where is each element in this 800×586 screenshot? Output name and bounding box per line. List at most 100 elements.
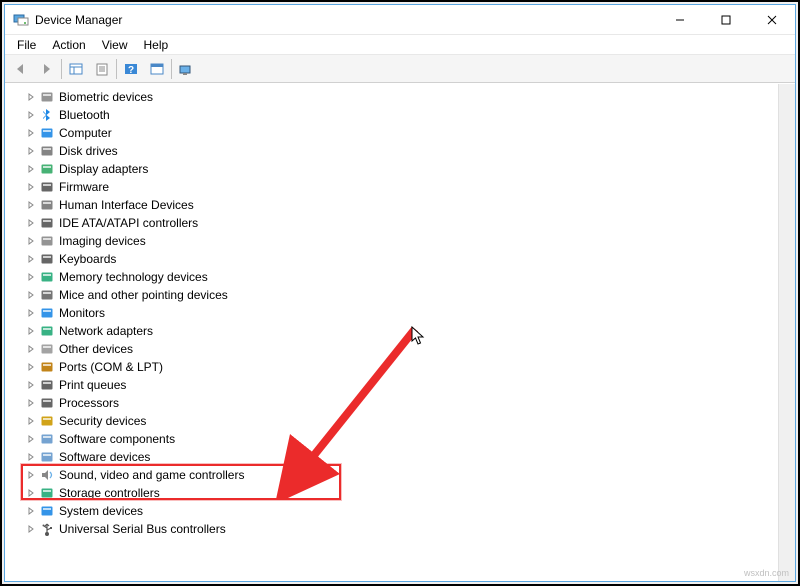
vertical-scrollbar[interactable] <box>778 84 795 581</box>
tree-item-label: Software components <box>59 432 175 446</box>
hid-icon <box>39 197 55 213</box>
tree-item[interactable]: Network adapters <box>5 322 778 340</box>
tree-item[interactable]: Computer <box>5 124 778 142</box>
tree-item[interactable]: Human Interface Devices <box>5 196 778 214</box>
tree-item[interactable]: Software devices <box>5 448 778 466</box>
sound-icon <box>39 467 55 483</box>
chevron-right-icon[interactable] <box>23 129 39 137</box>
toolbar-divider <box>171 59 172 79</box>
chevron-right-icon[interactable] <box>23 417 39 425</box>
toolbar-forward[interactable] <box>35 58 59 80</box>
tree-item[interactable]: Monitors <box>5 304 778 322</box>
chevron-right-icon[interactable] <box>23 381 39 389</box>
tree-item[interactable]: Processors <box>5 394 778 412</box>
chevron-right-icon[interactable] <box>23 489 39 497</box>
menu-action[interactable]: Action <box>44 36 93 54</box>
tree-item[interactable]: Universal Serial Bus controllers <box>5 520 778 538</box>
toolbar-show-hidden[interactable] <box>64 58 88 80</box>
toolbar-divider <box>116 59 117 79</box>
chevron-right-icon[interactable] <box>23 111 39 119</box>
chevron-right-icon[interactable] <box>23 237 39 245</box>
memory-icon <box>39 269 55 285</box>
usb-icon <box>39 521 55 537</box>
computer-icon <box>39 125 55 141</box>
chevron-right-icon[interactable] <box>23 399 39 407</box>
disk-icon <box>39 143 55 159</box>
chevron-right-icon[interactable] <box>23 219 39 227</box>
chevron-right-icon[interactable] <box>23 345 39 353</box>
chevron-right-icon[interactable] <box>23 453 39 461</box>
chevron-right-icon[interactable] <box>23 255 39 263</box>
storage-icon <box>39 485 55 501</box>
close-button[interactable] <box>749 5 795 35</box>
tree-item[interactable]: Ports (COM & LPT) <box>5 358 778 376</box>
chevron-right-icon[interactable] <box>23 183 39 191</box>
tree-item-label: Memory technology devices <box>59 270 208 284</box>
tree-item-label: Software devices <box>59 450 150 464</box>
minimize-button[interactable] <box>657 5 703 35</box>
toolbar-properties[interactable] <box>90 58 114 80</box>
tree-item-label: System devices <box>59 504 143 518</box>
chevron-right-icon[interactable] <box>23 471 39 479</box>
tree-item[interactable]: Display adapters <box>5 160 778 178</box>
tree-item[interactable]: Bluetooth <box>5 106 778 124</box>
tree-item[interactable]: Sound, video and game controllers <box>5 466 778 484</box>
chevron-right-icon[interactable] <box>23 435 39 443</box>
toolbar-scan[interactable] <box>174 58 198 80</box>
chevron-right-icon[interactable] <box>23 525 39 533</box>
tree-item[interactable]: Memory technology devices <box>5 268 778 286</box>
keyboard-icon <box>39 251 55 267</box>
watermark: wsxdn.com <box>744 568 789 578</box>
chevron-right-icon[interactable] <box>23 507 39 515</box>
mouse-icon <box>39 287 55 303</box>
tree-item-label: Monitors <box>59 306 105 320</box>
chevron-right-icon[interactable] <box>23 201 39 209</box>
chevron-right-icon[interactable] <box>23 165 39 173</box>
processor-icon <box>39 395 55 411</box>
tree-item-label: Processors <box>59 396 119 410</box>
device-tree[interactable]: Biometric devices Bluetooth ComputerDisk d… <box>5 84 778 581</box>
tree-item[interactable]: Imaging devices <box>5 232 778 250</box>
swdev-icon <box>39 449 55 465</box>
tree-item-label: Bluetooth <box>59 108 110 122</box>
tree-item[interactable]: Keyboards <box>5 250 778 268</box>
menu-help[interactable]: Help <box>136 36 177 54</box>
chevron-right-icon[interactable] <box>23 327 39 335</box>
chevron-right-icon[interactable] <box>23 309 39 317</box>
tree-item[interactable]: Mice and other pointing devices <box>5 286 778 304</box>
display-icon <box>39 161 55 177</box>
maximize-button[interactable] <box>703 5 749 35</box>
tree-item[interactable]: Storage controllers <box>5 484 778 502</box>
tree-item[interactable]: Security devices <box>5 412 778 430</box>
screenshot-frame: Device Manager File Action View Help ? <box>0 0 800 586</box>
chevron-right-icon[interactable] <box>23 93 39 101</box>
menu-file[interactable]: File <box>9 36 44 54</box>
tree-item-label: Human Interface Devices <box>59 198 194 212</box>
tree-item-label: Mice and other pointing devices <box>59 288 228 302</box>
chevron-right-icon[interactable] <box>23 363 39 371</box>
menu-view[interactable]: View <box>94 36 136 54</box>
biometric-icon <box>39 89 55 105</box>
toolbar-details[interactable] <box>145 58 169 80</box>
tree-item[interactable]: Firmware <box>5 178 778 196</box>
imaging-icon <box>39 233 55 249</box>
tree-item[interactable]: Disk drives <box>5 142 778 160</box>
tree-item[interactable]: Other devices <box>5 340 778 358</box>
chevron-right-icon[interactable] <box>23 273 39 281</box>
toolbar-help[interactable]: ? <box>119 58 143 80</box>
tree-item-label: Firmware <box>59 180 109 194</box>
tree-item[interactable]: Software components <box>5 430 778 448</box>
svg-text:?: ? <box>128 65 134 76</box>
chevron-right-icon[interactable] <box>23 147 39 155</box>
chevron-right-icon[interactable] <box>23 291 39 299</box>
printer-icon <box>39 377 55 393</box>
tree-item[interactable]: Print queues <box>5 376 778 394</box>
toolbar-back[interactable] <box>9 58 33 80</box>
tree-item[interactable]: System devices <box>5 502 778 520</box>
tree-item-label: Imaging devices <box>59 234 146 248</box>
tree-item[interactable]: IDE ATA/ATAPI controllers <box>5 214 778 232</box>
menubar: File Action View Help <box>5 35 795 55</box>
tree-item[interactable]: Biometric devices <box>5 88 778 106</box>
tree-item-label: IDE ATA/ATAPI controllers <box>59 216 198 230</box>
tree-item-label: Display adapters <box>59 162 148 176</box>
